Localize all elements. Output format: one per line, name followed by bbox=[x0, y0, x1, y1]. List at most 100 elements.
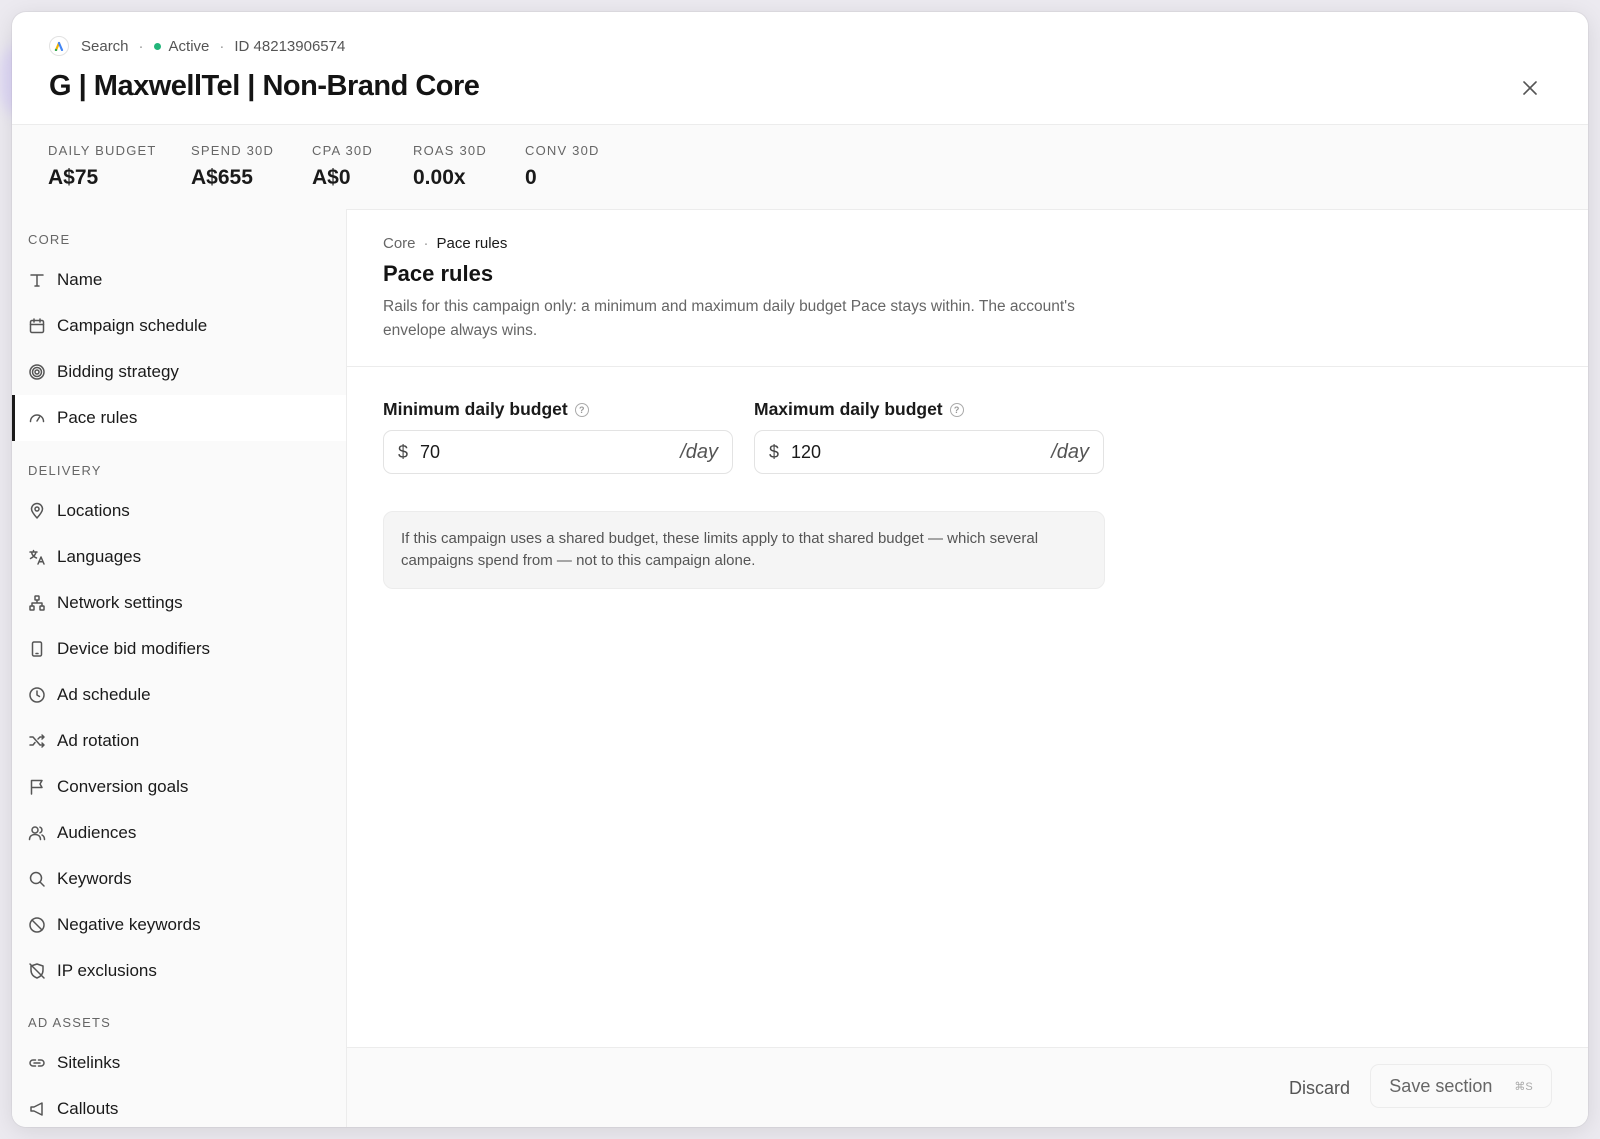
stat-label: CONV 30D bbox=[525, 143, 600, 158]
min-budget-label: Minimum daily budget ? bbox=[383, 399, 733, 420]
field-label-text: Maximum daily budget bbox=[754, 399, 943, 419]
sidebar-item-sitelinks[interactable]: Sitelinks bbox=[12, 1040, 346, 1086]
sidebar-item-label: Bidding strategy bbox=[57, 362, 179, 381]
unit-suffix: /day bbox=[1051, 440, 1089, 463]
meta-separator: · bbox=[138, 37, 144, 55]
phone-icon bbox=[28, 640, 46, 658]
stat-conv: CONV 30D 0 bbox=[525, 143, 600, 190]
stat-cpa: CPA 30D A$0 bbox=[312, 143, 373, 190]
target-icon bbox=[28, 363, 46, 381]
megaphone-icon bbox=[28, 1100, 46, 1118]
breadcrumb: Core · Pace rules bbox=[383, 235, 507, 252]
sidebar-item-conversion-goals[interactable]: Conversion goals bbox=[12, 764, 346, 810]
campaign-id: ID 48213906574 bbox=[234, 37, 346, 55]
close-button[interactable] bbox=[1516, 74, 1544, 102]
sidebar-item-pace-rules[interactable]: Pace rules bbox=[12, 395, 346, 441]
campaign-meta: Search · Active · ID 48213906574 bbox=[49, 36, 345, 56]
users-icon bbox=[28, 824, 46, 842]
max-budget-input-wrap[interactable]: $ /day bbox=[754, 430, 1104, 474]
stat-value: A$0 bbox=[312, 166, 351, 189]
breadcrumb-current: Pace rules bbox=[436, 235, 508, 252]
modal-footer: Discard Save section ⌘S bbox=[347, 1047, 1588, 1127]
currency-symbol: $ bbox=[769, 441, 780, 462]
clock-icon bbox=[28, 686, 46, 704]
stat-value: 0 bbox=[525, 166, 537, 189]
stat-label: ROAS 30D bbox=[413, 143, 487, 158]
status-dot-icon bbox=[153, 42, 161, 50]
sidebar-item-label: Ad schedule bbox=[57, 685, 151, 704]
sidebar-item-label: Name bbox=[57, 270, 103, 289]
sidebar-item-device-bid-modifiers[interactable]: Device bid modifiers bbox=[12, 626, 346, 672]
sidebar-item-label: Keywords bbox=[57, 869, 132, 888]
discard-button[interactable]: Discard bbox=[1283, 1070, 1356, 1106]
calendar-icon bbox=[28, 317, 46, 335]
stat-daily-budget: DAILY BUDGET A$75 bbox=[48, 143, 157, 190]
ban-icon bbox=[28, 916, 46, 934]
breadcrumb-separator: · bbox=[423, 235, 429, 252]
sidebar-item-name[interactable]: Name bbox=[12, 257, 346, 303]
sidebar-item-languages[interactable]: Languages bbox=[12, 534, 346, 580]
help-icon[interactable]: ? bbox=[949, 402, 964, 417]
max-budget-field: Maximum daily budget ? $ /day bbox=[754, 399, 1104, 474]
help-icon[interactable]: ? bbox=[574, 402, 589, 417]
min-budget-input[interactable] bbox=[418, 440, 681, 464]
flag-icon bbox=[28, 778, 46, 796]
close-icon bbox=[1523, 81, 1537, 95]
section-description: Rails for this campaign only: a minimum … bbox=[383, 298, 1075, 339]
stat-roas: ROAS 30D 0.00x bbox=[413, 143, 487, 190]
sidebar-item-ad-rotation[interactable]: Ad rotation bbox=[12, 718, 346, 764]
translate-icon bbox=[28, 548, 46, 566]
stat-label: CPA 30D bbox=[312, 143, 373, 158]
shared-budget-note: If this campaign uses a shared budget, t… bbox=[383, 511, 1105, 589]
sidebar-item-keywords[interactable]: Keywords bbox=[12, 856, 346, 902]
sidebar-item-network-settings[interactable]: Network settings bbox=[12, 580, 346, 626]
sidebar-item-ip-exclusions[interactable]: IP exclusions bbox=[12, 948, 346, 994]
sidebar-item-audiences[interactable]: Audiences bbox=[12, 810, 346, 856]
sidebar-item-campaign-schedule[interactable]: Campaign schedule bbox=[12, 303, 346, 349]
meta-separator: · bbox=[219, 37, 225, 55]
sidebar-item-locations[interactable]: Locations bbox=[12, 488, 346, 534]
search-icon bbox=[28, 870, 46, 888]
text-icon bbox=[28, 271, 46, 289]
pace-rules-panel: Core · Pace rules Pace rules Rails for t… bbox=[347, 209, 1588, 1127]
section-label-core: CORE bbox=[28, 232, 71, 247]
sidebar-item-label: Locations bbox=[57, 501, 130, 520]
status-badge: Active bbox=[168, 37, 210, 55]
sidebar-item-label: Languages bbox=[57, 547, 142, 566]
network-icon bbox=[28, 594, 46, 612]
save-section-button[interactable]: Save section ⌘S bbox=[1370, 1064, 1552, 1108]
unit-suffix: /day bbox=[680, 440, 718, 463]
section-title: Pace rules bbox=[383, 261, 494, 286]
sidebar-item-label: Negative keywords bbox=[57, 915, 201, 934]
field-label-text: Minimum daily budget bbox=[383, 399, 568, 419]
sidebar-item-label: Network settings bbox=[57, 593, 183, 612]
sidebar-item-callouts[interactable]: Callouts bbox=[12, 1086, 346, 1127]
stat-label: SPEND 30D bbox=[191, 143, 275, 158]
min-budget-input-wrap[interactable]: $ /day bbox=[383, 430, 733, 474]
sidebar-item-label: Pace rules bbox=[57, 408, 138, 427]
shield-off-icon bbox=[28, 962, 46, 980]
settings-sidebar: CORE Name Campaign schedule Bidding stra… bbox=[12, 209, 347, 1127]
stat-value: A$75 bbox=[48, 166, 99, 189]
sidebar-item-label: Ad rotation bbox=[57, 731, 140, 750]
sidebar-item-ad-schedule[interactable]: Ad schedule bbox=[12, 672, 346, 718]
stat-spend: SPEND 30D A$655 bbox=[191, 143, 274, 190]
campaign-modal: Search · Active · ID 48213906574 G | Max… bbox=[12, 12, 1588, 1127]
gauge-icon bbox=[28, 409, 46, 427]
currency-symbol: $ bbox=[398, 441, 409, 462]
sidebar-item-label: IP exclusions bbox=[57, 961, 157, 980]
breadcrumb-parent[interactable]: Core bbox=[383, 235, 416, 252]
max-budget-input[interactable] bbox=[789, 440, 1052, 464]
sidebar-item-negative-keywords[interactable]: Negative keywords bbox=[12, 902, 346, 948]
divider bbox=[347, 366, 1588, 367]
sidebar-item-label: Device bid modifiers bbox=[57, 639, 211, 658]
modal-header: Search · Active · ID 48213906574 G | Max… bbox=[12, 12, 1588, 124]
min-budget-field: Minimum daily budget ? $ /day bbox=[383, 399, 733, 474]
stat-value: 0.00x bbox=[413, 166, 466, 189]
sidebar-item-bidding-strategy[interactable]: Bidding strategy bbox=[12, 349, 346, 395]
section-label-delivery: DELIVERY bbox=[28, 463, 102, 478]
sidebar-item-label: Callouts bbox=[57, 1099, 119, 1118]
section-label-ad-assets: AD ASSETS bbox=[28, 1015, 112, 1030]
sidebar-item-label: Sitelinks bbox=[57, 1053, 121, 1072]
page-title: G | MaxwellTel | Non-Brand Core bbox=[49, 70, 480, 102]
